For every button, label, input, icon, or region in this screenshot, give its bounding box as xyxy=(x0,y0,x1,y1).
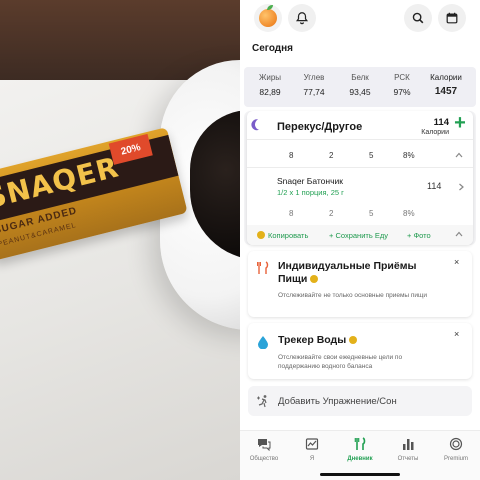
home-indicator[interactable] xyxy=(320,473,400,476)
tab-premium-label: Premium xyxy=(443,456,468,462)
meal-actions: Копировать + Сохранить Еду + Фото xyxy=(247,225,473,245)
meal-calories: 114 xyxy=(433,117,449,128)
premium-coin-icon xyxy=(257,231,265,239)
totals-fat-value: 82,89 xyxy=(259,87,281,97)
peach-logo-icon[interactable] xyxy=(254,4,282,32)
profile-chart-icon xyxy=(305,438,319,450)
totals-rdi-value: 97% xyxy=(393,87,411,97)
food-protein: 5 xyxy=(369,209,374,218)
moon-icon xyxy=(253,117,268,132)
meal-divider xyxy=(247,139,473,140)
tab-community-label: Общество xyxy=(249,456,279,462)
fork-knife-icon xyxy=(257,261,269,274)
bar-chart-icon xyxy=(403,439,414,450)
add-photo-button[interactable]: + Фото xyxy=(407,231,431,240)
food-carbs: 2 xyxy=(329,209,334,218)
tab-premium[interactable]: Premium xyxy=(432,437,480,462)
fork-knife-icon xyxy=(354,437,366,450)
water-tracker-title: Трекер Воды xyxy=(278,334,438,347)
tab-diary-label: Дневник xyxy=(347,456,373,462)
custom-meals-description: Отслеживайте не только основные приемы п… xyxy=(278,292,428,299)
totals-protein-value: 93,45 xyxy=(349,87,371,97)
close-icon[interactable]: × xyxy=(454,329,459,339)
totals-rdi: РСК 97% xyxy=(382,73,422,97)
food-calories: 114 xyxy=(427,181,442,191)
totals-calories: Калории 1457 xyxy=(424,73,468,97)
totals-rdi-label: РСК xyxy=(394,73,410,82)
totals-fat: Жиры 82,89 xyxy=(250,73,290,97)
premium-coin-icon xyxy=(349,336,358,344)
premium-icon xyxy=(449,437,463,451)
tab-reports[interactable]: Отчеты xyxy=(384,437,432,462)
totals-fat-label: Жиры xyxy=(258,73,282,82)
search-icon[interactable] xyxy=(404,4,432,32)
copy-label: Копировать xyxy=(268,231,309,240)
tab-me[interactable]: Я xyxy=(288,437,336,462)
top-bar xyxy=(240,0,480,40)
close-icon[interactable]: × xyxy=(454,257,459,267)
save-food-button[interactable]: + Сохранить Еду xyxy=(329,231,388,240)
copy-button[interactable]: Копировать xyxy=(257,231,308,240)
water-tracker-description: Отслеживайте свои ежедневные цели по под… xyxy=(278,354,403,370)
meal-section: Перекус/Другое 114 Калории + 8 2 5 8% Sn… xyxy=(244,111,476,245)
date-label[interactable]: Сегодня xyxy=(252,43,293,54)
totals-protein: Белк 93,45 xyxy=(340,73,380,97)
add-exercise-label: Добавить Упражнение/Сон xyxy=(278,396,397,407)
water-tracker-card[interactable]: Трекер Воды Отслеживайте свои ежедневные… xyxy=(248,323,472,379)
food-divider xyxy=(247,167,473,168)
totals-calories-label: Калории xyxy=(430,73,462,82)
totals-carbs: Углев 77,74 xyxy=(294,73,334,97)
meal-title[interactable]: Перекус/Другое xyxy=(277,121,362,133)
water-tracker-title-text: Трекер Воды xyxy=(278,334,347,346)
daily-totals[interactable]: Жиры 82,89 Углев 77,74 Белк 93,45 РСК 97… xyxy=(244,67,476,107)
totals-carbs-label: Углев xyxy=(303,73,325,82)
diary-app: Сегодня Жиры 82,89 Углев 77,74 Белк 93,4… xyxy=(240,0,480,480)
tab-diary[interactable]: Дневник xyxy=(336,437,384,462)
add-exercise-button[interactable]: Добавить Упражнение/Сон xyxy=(248,386,472,416)
bell-icon[interactable] xyxy=(288,4,316,32)
collapse-meal-icon[interactable] xyxy=(455,151,463,159)
collapse-actions-icon[interactable] xyxy=(455,230,463,238)
chevron-right-icon[interactable] xyxy=(457,183,465,191)
calendar-icon[interactable] xyxy=(438,4,466,32)
tab-reports-label: Отчеты xyxy=(397,456,419,462)
premium-coin-icon xyxy=(310,275,319,283)
runner-icon xyxy=(257,395,267,408)
add-food-button[interactable]: + xyxy=(452,113,468,133)
food-rdi: 8% xyxy=(403,209,415,218)
photo-panel: SNAQER 20% SUGAR ADDED PEANUT&CARAMEL xyxy=(0,0,240,480)
custom-meals-title: Индивидуальные Приёмы Пищи xyxy=(278,260,438,286)
totals-carbs-value: 77,74 xyxy=(303,87,325,97)
totals-protein-label: Белк xyxy=(351,73,369,82)
custom-meals-title-text: Индивидуальные Приёмы Пищи xyxy=(278,260,417,285)
meal-calories-label: Калории xyxy=(421,129,449,136)
food-fat: 8 xyxy=(289,209,294,218)
meal-card: Перекус/Другое 114 Калории + 8 2 5 8% Sn… xyxy=(247,111,473,245)
meal-rdi: 8% xyxy=(403,151,415,160)
custom-meals-card[interactable]: Индивидуальные Приёмы Пищи Отслеживайте … xyxy=(248,251,472,317)
food-portion[interactable]: 1/2 x 1 порция, 25 г xyxy=(277,188,344,197)
tab-me-label: Я xyxy=(309,456,315,462)
tab-community[interactable]: Общество xyxy=(240,437,288,462)
meal-carbs: 2 xyxy=(329,151,334,160)
totals-calories-value: 1457 xyxy=(434,86,458,97)
meal-fat: 8 xyxy=(289,151,294,160)
water-drop-icon xyxy=(258,336,268,349)
chat-icon xyxy=(258,439,271,451)
meal-protein: 5 xyxy=(369,151,374,160)
food-name[interactable]: Snaqer Батончик xyxy=(277,176,343,186)
